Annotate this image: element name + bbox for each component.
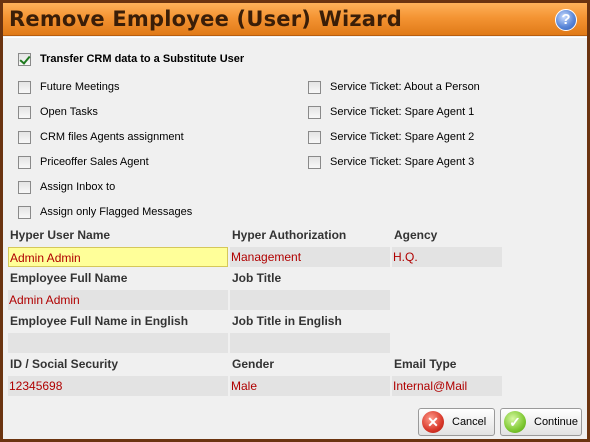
open-tasks-label: Open Tasks (40, 106, 98, 118)
priceoffer-sales-agent-checkbox[interactable] (18, 156, 31, 169)
help-icon[interactable]: ? (555, 9, 577, 31)
assign-flagged-checkbox[interactable] (18, 206, 31, 219)
future-meetings-checkbox[interactable] (18, 81, 31, 94)
option-open-tasks[interactable]: Open Tasks (18, 104, 268, 122)
ticket-spare-agent-3-label: Service Ticket: Spare Agent 3 (330, 156, 475, 168)
option-assign-inbox[interactable]: Assign Inbox to (18, 179, 268, 197)
assign-flagged-label: Assign only Flagged Messages (40, 206, 193, 218)
option-priceoffer-sales-agent[interactable]: Priceoffer Sales Agent (18, 154, 268, 172)
continue-button-label: Continue (534, 416, 579, 428)
transfer-crm-label: Transfer CRM data to a Substitute User (40, 53, 245, 65)
agency-field[interactable]: H.Q. (392, 247, 502, 267)
ticket-about-person-checkbox[interactable] (308, 81, 321, 94)
cancel-button[interactable]: ✕ Cancel (418, 408, 495, 436)
crm-files-agents-checkbox[interactable] (18, 131, 31, 144)
window-title: Remove Employee (User) Wizard (9, 7, 402, 31)
employee-full-name-en-label: Employee Full Name in English (10, 314, 189, 328)
email-type-label: Email Type (394, 357, 457, 371)
job-title-en-field[interactable] (230, 333, 390, 353)
future-meetings-label: Future Meetings (40, 81, 120, 93)
priceoffer-sales-agent-label: Priceoffer Sales Agent (40, 156, 149, 168)
title-bar: Remove Employee (User) Wizard ? (3, 3, 587, 36)
option-future-meetings[interactable]: Future Meetings (18, 79, 268, 97)
hyper-user-name-label: Hyper User Name (10, 228, 111, 242)
agency-label: Agency (394, 228, 438, 242)
cancel-icon: ✕ (422, 411, 444, 433)
transfer-crm-checkbox[interactable] (18, 53, 31, 66)
option-assign-flagged[interactable]: Assign only Flagged Messages (18, 204, 268, 222)
id-social-security-field[interactable]: 12345698 (8, 376, 228, 396)
hyper-user-name-field[interactable]: Admin Admin (8, 247, 228, 267)
employee-full-name-en-field[interactable] (8, 333, 228, 353)
wizard-content: Transfer CRM data to a Substitute User F… (3, 37, 587, 439)
employee-full-name-label: Employee Full Name (10, 271, 128, 285)
job-title-label: Job Title (232, 271, 282, 285)
ticket-spare-agent-1-checkbox[interactable] (308, 106, 321, 119)
email-type-field[interactable]: Internal@Mail (392, 376, 502, 396)
check-icon: ✓ (504, 411, 526, 433)
assign-inbox-label: Assign Inbox to (40, 181, 116, 193)
cancel-button-label: Cancel (452, 416, 487, 428)
id-social-security-label: ID / Social Security (10, 357, 119, 371)
ticket-spare-agent-3-checkbox[interactable] (308, 156, 321, 169)
assign-inbox-checkbox[interactable] (18, 181, 31, 194)
job-title-en-label: Job Title in English (232, 314, 342, 328)
gender-label: Gender (232, 357, 275, 371)
ticket-spare-agent-1-label: Service Ticket: Spare Agent 1 (330, 106, 475, 118)
employee-full-name-field[interactable]: Admin Admin (8, 290, 228, 310)
continue-button[interactable]: ✓ Continue (500, 408, 582, 436)
crm-files-agents-label: CRM files Agents assignment (40, 131, 184, 143)
job-title-field[interactable] (230, 290, 390, 310)
option-ticket-spare-agent-2[interactable]: Service Ticket: Spare Agent 2 (308, 129, 568, 147)
option-crm-files-agents[interactable]: CRM files Agents assignment (18, 129, 268, 147)
hyper-authorization-label: Hyper Authorization (232, 228, 347, 242)
open-tasks-checkbox[interactable] (18, 106, 31, 119)
option-ticket-about-person[interactable]: Service Ticket: About a Person (308, 79, 568, 97)
gender-field[interactable]: Male (230, 376, 390, 396)
option-ticket-spare-agent-3[interactable]: Service Ticket: Spare Agent 3 (308, 154, 568, 172)
hyper-authorization-field[interactable]: Management (230, 247, 390, 267)
wizard-window: Remove Employee (User) Wizard ? Transfer… (0, 0, 590, 442)
ticket-about-person-label: Service Ticket: About a Person (330, 81, 480, 93)
ticket-spare-agent-2-checkbox[interactable] (308, 131, 321, 144)
ticket-spare-agent-2-label: Service Ticket: Spare Agent 2 (330, 131, 475, 143)
option-ticket-spare-agent-1[interactable]: Service Ticket: Spare Agent 1 (308, 104, 568, 122)
transfer-crm-checkbox-row[interactable]: Transfer CRM data to a Substitute User (18, 51, 318, 69)
